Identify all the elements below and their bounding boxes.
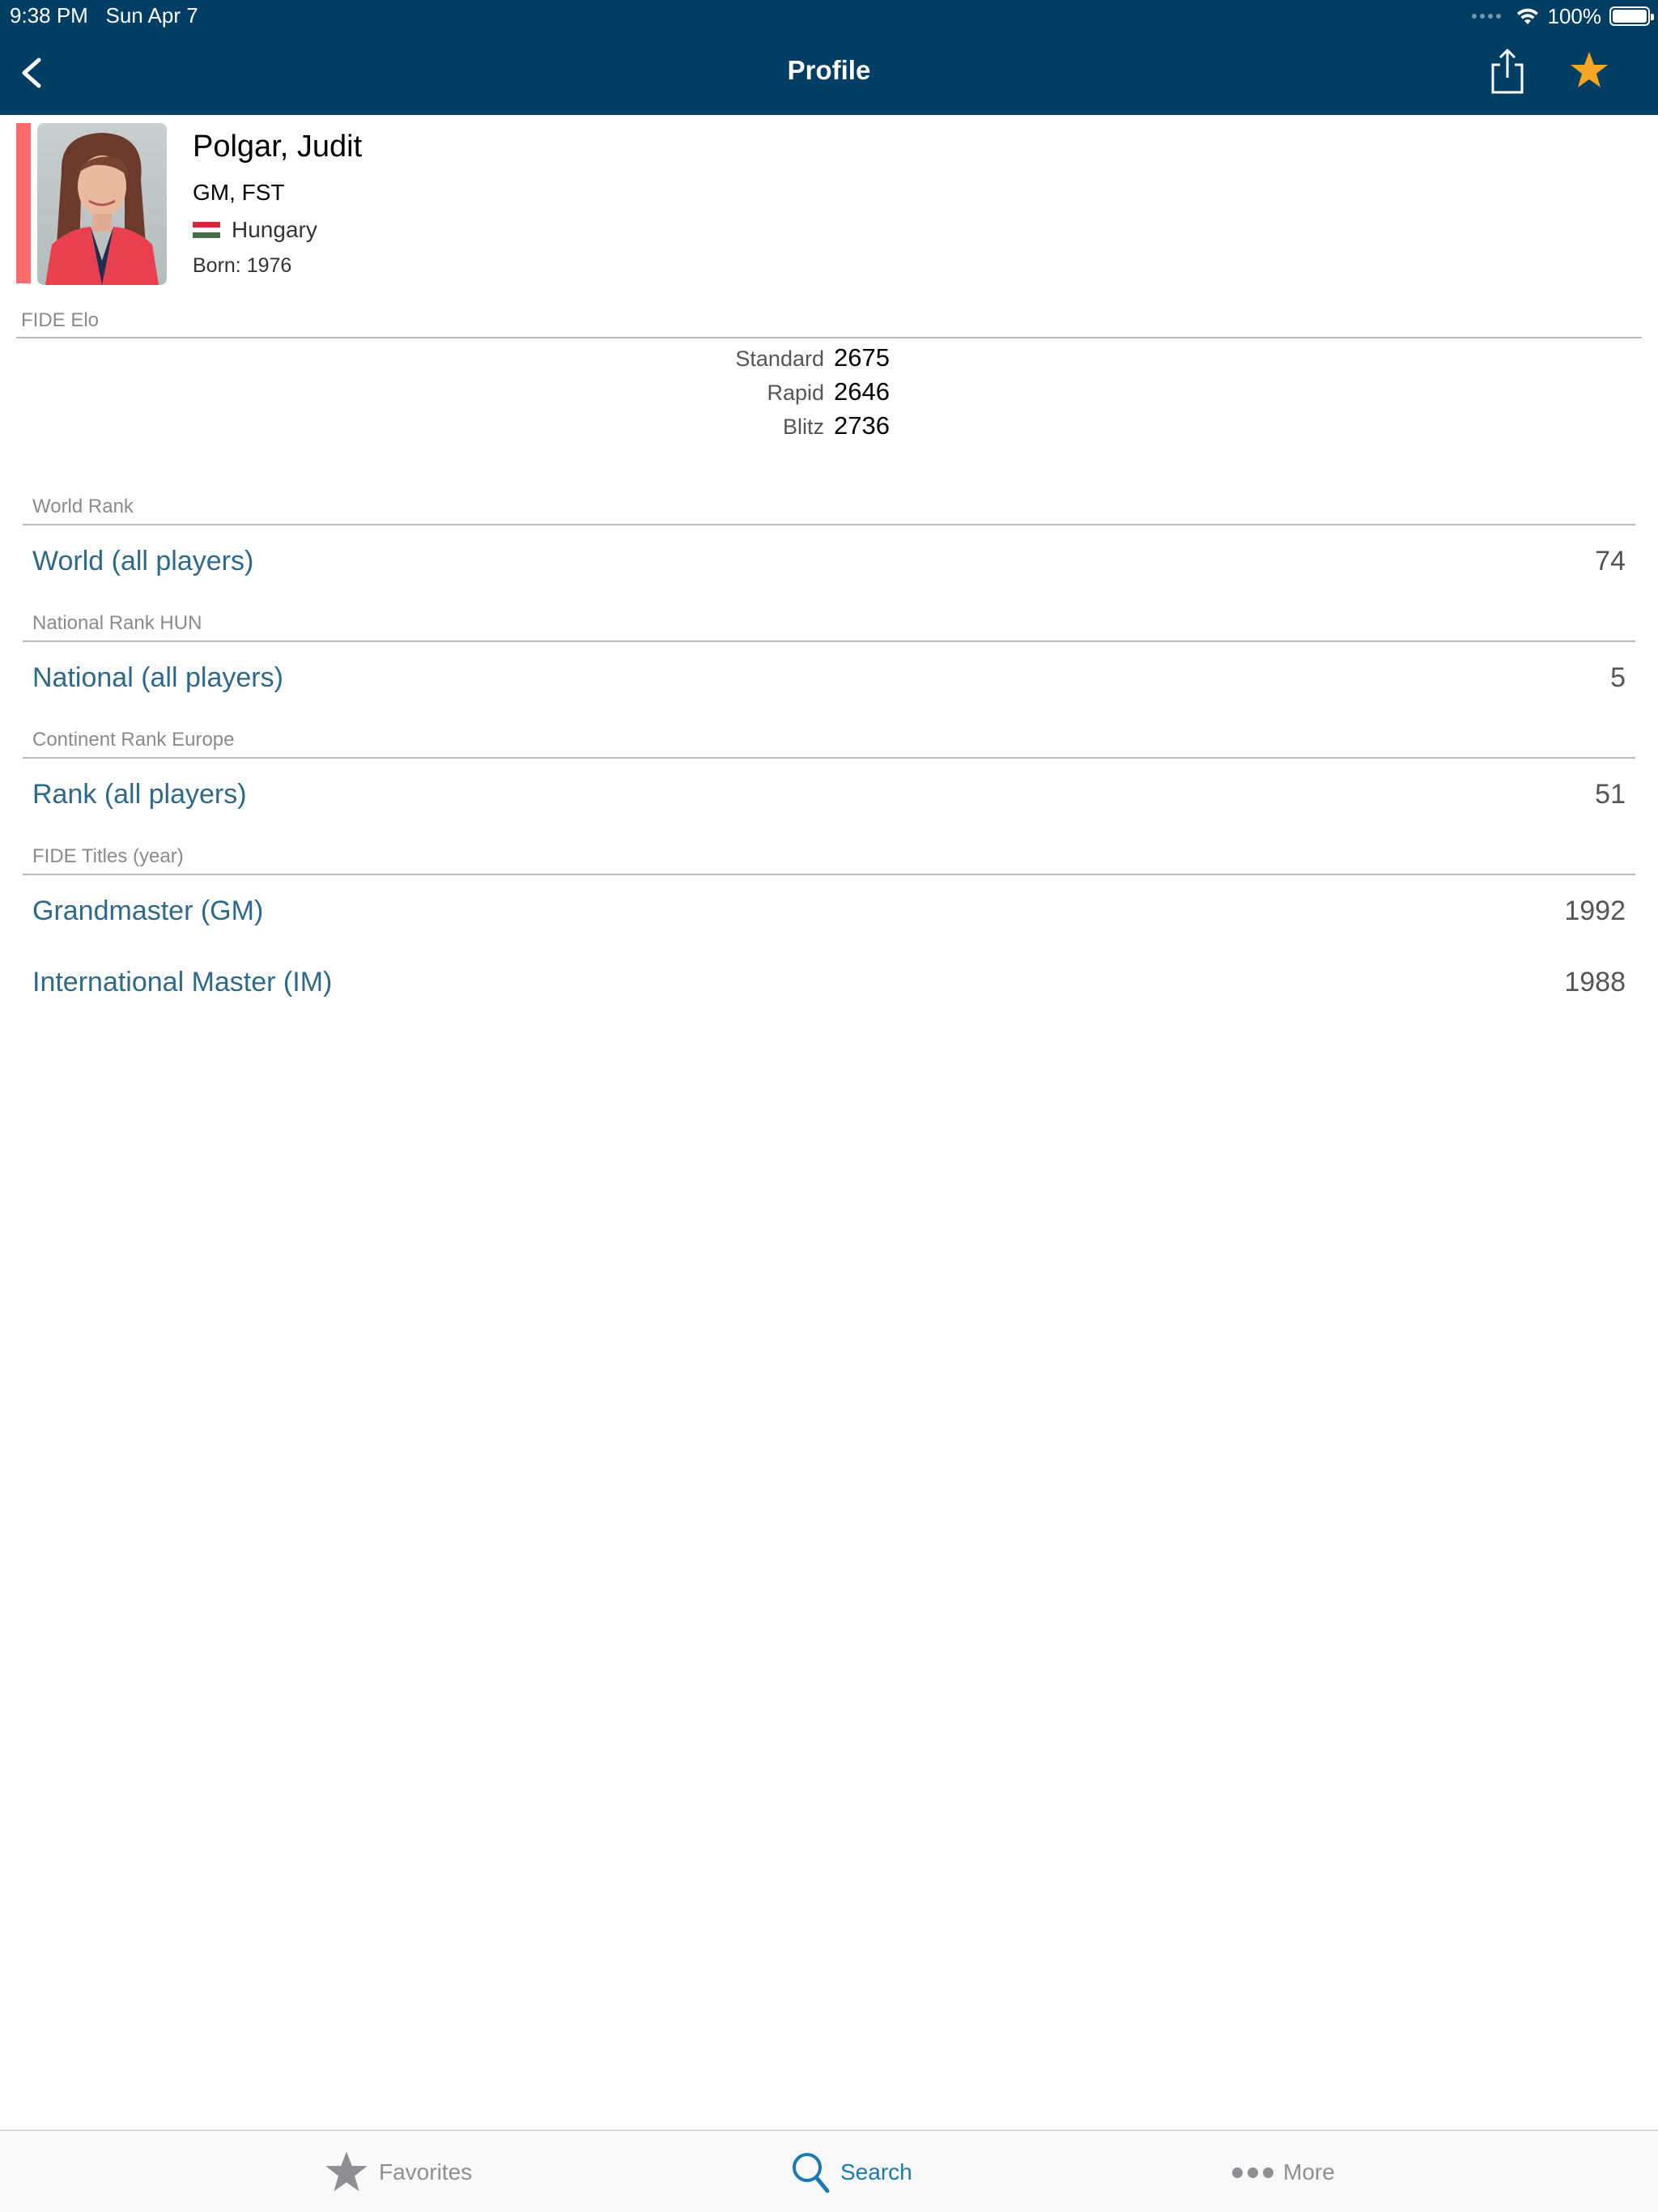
gender-indicator <box>16 123 31 283</box>
more-icon <box>1232 2167 1273 2178</box>
tab-favorites[interactable]: Favorites <box>324 2131 472 2212</box>
row-value: 1992 <box>1564 895 1626 926</box>
elo-row-rapid: Rapid 2646 <box>0 377 1658 411</box>
divider <box>16 337 1642 338</box>
status-time-date: 9:38 PM Sun Apr 7 <box>10 3 198 28</box>
tab-label: Favorites <box>379 2159 473 2184</box>
player-profile: Polgar, Judit GM, FST Hungary Born: 1976 <box>0 115 1658 293</box>
row-value: 51 <box>1595 779 1626 810</box>
divider <box>23 757 1635 759</box>
list-item-national-rank[interactable]: National (all players) 5 <box>0 653 1658 709</box>
elo-value: 2646 <box>834 377 890 406</box>
player-name: Polgar, Judit <box>193 130 363 164</box>
player-born: Born: 1976 <box>193 254 292 277</box>
status-indicators: 100% <box>1471 3 1654 29</box>
tab-label: Search <box>840 2159 912 2184</box>
row-label: National (all players) <box>32 662 283 693</box>
divider <box>23 874 1635 875</box>
player-country: Hungary <box>193 217 317 243</box>
row-label: World (all players) <box>32 546 254 576</box>
country-name: Hungary <box>232 217 317 242</box>
elo-value: 2736 <box>834 411 890 440</box>
page-title: Profile <box>787 55 871 85</box>
section-header-fide-titles: FIDE Titles (year) <box>32 845 184 867</box>
battery-percent: 100% <box>1547 3 1602 28</box>
tab-more[interactable]: More <box>1232 2131 1335 2212</box>
elo-value: 2675 <box>834 343 890 372</box>
battery-icon <box>1609 6 1654 26</box>
section-header-national-rank: National Rank HUN <box>32 612 202 634</box>
elo-label: Blitz <box>782 415 824 439</box>
signal-icon <box>1471 14 1501 19</box>
player-titles: GM, FST <box>193 180 285 205</box>
share-icon <box>1491 49 1524 94</box>
divider <box>23 640 1635 642</box>
tab-bar: Favorites Search More <box>0 2129 1658 2212</box>
elo-label: Rapid <box>767 381 824 405</box>
tab-label: More <box>1283 2159 1335 2184</box>
section-header-world-rank: World Rank <box>32 496 134 517</box>
player-photo <box>37 123 167 285</box>
section-header-fide-elo: FIDE Elo <box>21 309 100 331</box>
status-date: Sun Apr 7 <box>105 3 198 28</box>
row-label: Rank (all players) <box>32 779 247 810</box>
wifi-icon <box>1516 8 1538 24</box>
row-value: 74 <box>1595 546 1626 576</box>
list-item-title-im[interactable]: International Master (IM) 1988 <box>0 957 1658 1014</box>
status-time: 9:38 PM <box>10 3 88 28</box>
section-header-continent-rank: Continent Rank Europe <box>32 729 235 751</box>
divider <box>23 524 1635 525</box>
row-value: 5 <box>1610 662 1626 693</box>
star-icon <box>325 2151 368 2192</box>
list-item-title-gm[interactable]: Grandmaster (GM) 1992 <box>0 886 1658 942</box>
row-value: 1988 <box>1564 967 1626 998</box>
tab-search[interactable]: Search <box>790 2131 912 2212</box>
elo-row-blitz: Blitz 2736 <box>0 411 1658 445</box>
list-item-continent-rank[interactable]: Rank (all players) 51 <box>0 769 1658 826</box>
favorite-button[interactable] <box>1569 50 1609 91</box>
star-icon <box>1571 52 1608 87</box>
search-icon <box>793 2153 830 2193</box>
elo-label: Standard <box>735 347 824 371</box>
elo-row-standard: Standard 2675 <box>0 343 1658 377</box>
list-item-world-rank[interactable]: World (all players) 74 <box>0 536 1658 593</box>
hungary-flag-icon <box>193 222 220 238</box>
row-label: Grandmaster (GM) <box>32 895 264 926</box>
share-button[interactable] <box>1490 47 1525 96</box>
row-label: International Master (IM) <box>32 967 333 998</box>
navigation-bar: 9:38 PM Sun Apr 7 100% Profile <box>0 0 1658 115</box>
